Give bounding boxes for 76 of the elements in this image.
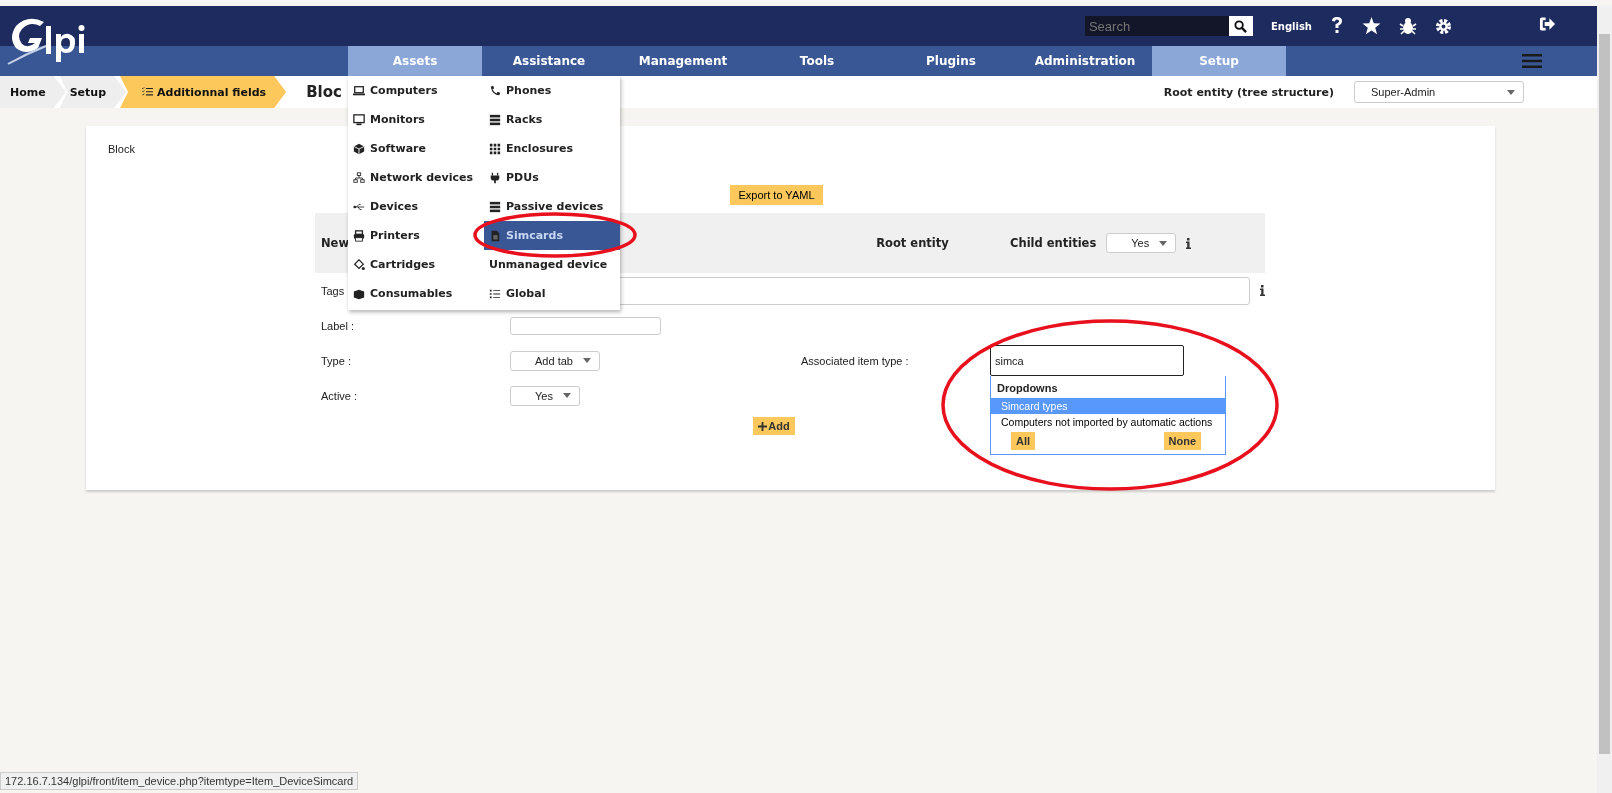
breadcrumb[interactable]: Additionnal fields — [120, 76, 287, 108]
export-button[interactable]: Export to YAML — [730, 185, 823, 205]
field-label: Tags — [320, 283, 345, 299]
laptop-icon — [353, 84, 365, 97]
bucket-icon — [353, 258, 365, 271]
field-label: Active : — [320, 388, 358, 404]
select-field[interactable]: Yes — [510, 385, 580, 406]
plus-icon — [758, 421, 768, 431]
nav-tab[interactable]: Management — [616, 46, 750, 76]
select-field[interactable]: Add tab — [510, 350, 600, 371]
cube-icon — [353, 142, 365, 155]
menu-icon[interactable] — [1522, 53, 1542, 69]
menu-item[interactable]: Monitors — [348, 105, 484, 134]
rack-icon — [489, 113, 501, 126]
entity-label: Root entity (tree structure) — [1163, 85, 1334, 99]
scrollbar[interactable] — [1597, 6, 1612, 793]
grid-icon — [489, 142, 501, 155]
nav-tab[interactable]: Tools — [750, 46, 884, 76]
settings-icon[interactable] — [1435, 17, 1452, 35]
list-icon — [489, 287, 501, 300]
menu-item[interactable]: Devices — [348, 192, 484, 221]
profile-select[interactable]: Super-Admin — [1354, 81, 1524, 103]
breadcrumb[interactable]: Home — [0, 76, 66, 108]
menu-item[interactable]: PDUs — [484, 163, 620, 192]
list-icon — [142, 87, 154, 97]
nav-tab[interactable]: Plugins — [884, 46, 1018, 76]
menu-item[interactable]: Phones — [484, 76, 620, 105]
menu-item[interactable]: Cartridges — [348, 250, 484, 279]
breadcrumb[interactable]: Setup — [59, 76, 127, 108]
group-label: Dropdowns — [996, 381, 1059, 396]
status-url: 172.16.7.134/glpi/front/item_device.php?itemtype=Item_DeviceSimcard — [0, 772, 359, 790]
menu-item[interactable]: Unmanaged device — [484, 250, 620, 279]
root-entity-label: Root entity — [875, 236, 950, 250]
field-label: Associated item type : — [800, 353, 909, 369]
field-label: Type : — [320, 353, 351, 369]
select-button[interactable]: All — [1011, 432, 1036, 450]
nav-tab[interactable]: Administration — [1018, 46, 1152, 76]
box-icon — [353, 287, 365, 300]
page-title: Bloc — [306, 83, 342, 101]
rack-icon — [489, 200, 501, 213]
select-button[interactable]: None — [1163, 432, 1201, 450]
field-label: Label : — [320, 318, 355, 334]
search-icon — [1234, 19, 1248, 33]
child-entities-select[interactable]: Yes — [1106, 233, 1177, 253]
add-button[interactable]: Add — [753, 417, 795, 435]
menu-item[interactable]: Simcards — [484, 221, 620, 250]
monitor-icon — [353, 113, 365, 126]
search-button[interactable] — [1228, 16, 1253, 36]
language-link[interactable]: English — [1270, 20, 1312, 32]
sim-icon — [489, 229, 501, 242]
star-icon[interactable] — [1362, 17, 1381, 35]
menu-item[interactable]: Printers — [348, 221, 484, 250]
plug-icon — [489, 171, 501, 184]
menu-item[interactable]: Passive devices — [484, 192, 620, 221]
printer-icon — [353, 229, 365, 242]
logout-icon[interactable] — [1539, 16, 1556, 32]
child-entities-label: Child entities — [1010, 236, 1097, 250]
search-field[interactable]: Search — [1084, 16, 1229, 36]
info-icon[interactable] — [1260, 285, 1265, 296]
menu-item[interactable]: Consumables — [348, 279, 484, 308]
nav-tab[interactable]: Assistance — [482, 46, 616, 76]
bug-icon[interactable] — [1399, 17, 1417, 35]
menu-item[interactable]: Racks — [484, 105, 620, 134]
item-title: New — [320, 236, 351, 250]
menu-item[interactable]: Network devices — [348, 163, 484, 192]
phone-icon — [489, 84, 501, 97]
info-icon[interactable] — [1186, 237, 1192, 249]
network-icon — [353, 171, 365, 184]
menu-item[interactable]: Enclosures — [484, 134, 620, 163]
block-title: Block — [108, 143, 135, 155]
item-type-field[interactable]: simca — [990, 345, 1184, 376]
menu-item[interactable]: Software — [348, 134, 484, 163]
help-icon[interactable] — [1330, 16, 1344, 36]
label-field[interactable] — [510, 316, 661, 335]
menu-item[interactable]: Computers — [348, 76, 484, 105]
menu-item[interactable]: Global — [484, 279, 620, 308]
